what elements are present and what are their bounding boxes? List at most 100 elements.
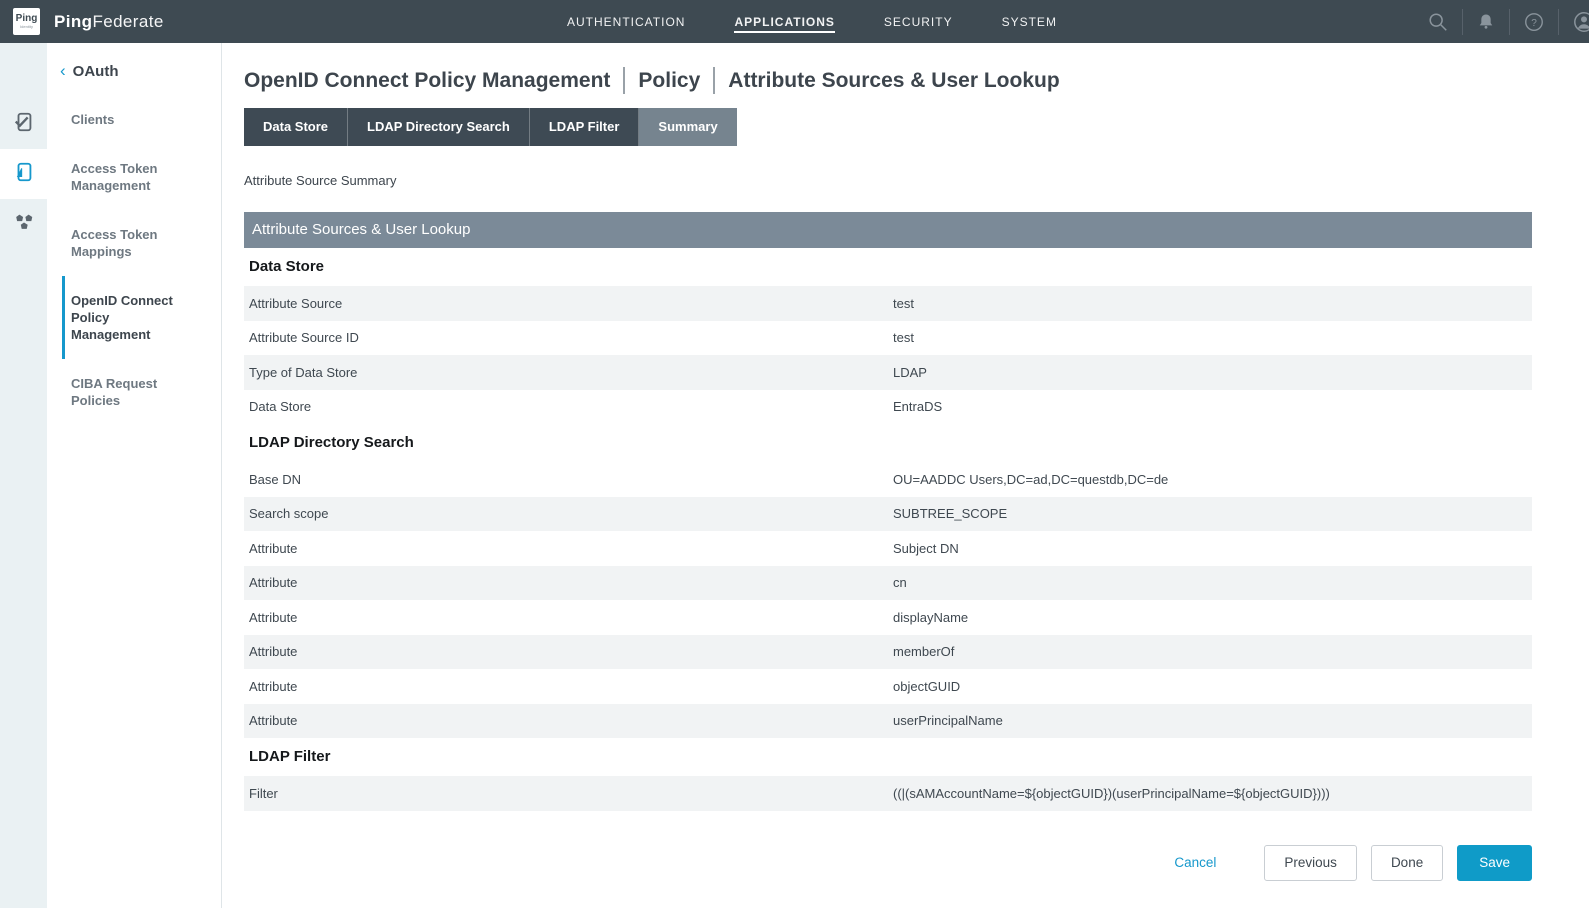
row-value: userPrincipalName (893, 713, 1532, 728)
product-name: PingFederate (54, 12, 164, 32)
summary-table: Attribute Sources & User Lookup Data Sto… (244, 212, 1532, 811)
rail-item-access-token[interactable] (0, 149, 47, 199)
previous-button[interactable]: Previous (1264, 845, 1357, 881)
table-row: Attribute Source ID test (244, 321, 1532, 356)
tab-ldap-filter[interactable]: LDAP Filter (530, 108, 640, 146)
table-row: Search scope SUBTREE_SCOPE (244, 497, 1532, 532)
main-content: OpenID Connect Policy Management Policy … (222, 43, 1589, 908)
sidebar-item-clients[interactable]: Clients (62, 95, 187, 144)
top-nav-label: APPLICATIONS (734, 15, 834, 29)
row-value: cn (893, 575, 1532, 590)
section-heading-ldap-directory-search: LDAP Directory Search (244, 424, 1532, 462)
tab-ldap-directory-search[interactable]: LDAP Directory Search (348, 108, 530, 146)
sidebar-item-label: CIBA Request Policies (71, 376, 157, 408)
breadcrumb: OpenID Connect Policy Management Policy … (244, 67, 1532, 94)
row-value: test (893, 296, 1532, 311)
table-row: Base DN OU=AADDC Users,DC=ad,DC=questdb,… (244, 462, 1532, 497)
section-heading-data-store: Data Store (244, 248, 1532, 286)
table-row: Attribute displayName (244, 600, 1532, 635)
policy-cluster-icon (13, 211, 35, 238)
row-label: Search scope (249, 506, 893, 521)
table-row: Attribute userPrincipalName (244, 704, 1532, 739)
row-label: Attribute (249, 610, 893, 625)
row-label: Attribute Source (249, 296, 893, 311)
rail-item-clients[interactable] (0, 99, 47, 149)
row-label: Attribute (249, 679, 893, 694)
ping-logo-text: Ping (16, 14, 38, 24)
table-row: Attribute memberOf (244, 635, 1532, 670)
svg-text:?: ? (1531, 17, 1537, 28)
tab-label: LDAP Filter (549, 119, 620, 134)
sidebar-item-openid-connect-policy-management[interactable]: OpenID Connect Policy Management (62, 276, 187, 359)
row-value: EntraDS (893, 399, 1532, 414)
top-icons: ? (1414, 0, 1589, 43)
search-icon[interactable] (1414, 11, 1462, 33)
cancel-link[interactable]: Cancel (1174, 855, 1216, 870)
row-value: displayName (893, 610, 1532, 625)
row-label: Filter (249, 786, 893, 801)
done-button[interactable]: Done (1371, 845, 1443, 881)
sidebar-section-title: OAuth (73, 63, 119, 80)
row-value: memberOf (893, 644, 1532, 659)
table-row: Filter ((|(sAMAccountName=${objectGUID})… (244, 776, 1532, 811)
sidebar: ‹ OAuth Clients Access Token Management Ac… (47, 43, 222, 908)
sidebar-item-label: OpenID Connect Policy Management (71, 293, 173, 342)
top-bar: Ping Identity PingFederate AUTHENTICATIO… (0, 0, 1589, 43)
row-label: Base DN (249, 472, 893, 487)
breadcrumb-part-1: OpenID Connect Policy Management (244, 69, 610, 93)
table-header: Attribute Sources & User Lookup (244, 212, 1532, 248)
sidebar-item-access-token-management[interactable]: Access Token Management (62, 144, 187, 210)
table-row: Type of Data Store LDAP (244, 355, 1532, 390)
ping-logo-subtext: Identity (20, 24, 33, 29)
top-nav-label: SYSTEM (1002, 15, 1057, 29)
help-icon[interactable]: ? (1510, 11, 1558, 33)
sidebar-item-access-token-mappings[interactable]: Access Token Mappings (62, 210, 187, 276)
table-row: Data Store EntraDS (244, 390, 1532, 425)
row-value: SUBTREE_SCOPE (893, 506, 1532, 521)
table-row: Attribute objectGUID (244, 669, 1532, 704)
row-label: Attribute Source ID (249, 330, 893, 345)
top-nav: AUTHENTICATION APPLICATIONS SECURITY SYSTEM (567, 0, 1106, 43)
breadcrumb-part-2: Policy (638, 69, 700, 93)
table-body: Data Store Attribute Source test Attribu… (244, 248, 1532, 811)
row-value: objectGUID (893, 679, 1532, 694)
row-value: LDAP (893, 365, 1532, 380)
row-value: test (893, 330, 1532, 345)
account-icon[interactable] (1559, 10, 1589, 34)
tab-label: LDAP Directory Search (367, 119, 510, 134)
notifications-icon[interactable] (1463, 12, 1509, 32)
footer-actions: Cancel Previous Done Save (244, 845, 1532, 881)
table-row: Attribute cn (244, 566, 1532, 601)
save-button[interactable]: Save (1457, 845, 1532, 881)
sidebar-item-label: Clients (71, 112, 114, 127)
icon-rail (0, 43, 47, 908)
wizard-tabs: Data Store LDAP Directory Search LDAP Filt… (244, 108, 1532, 146)
row-label: Attribute (249, 713, 893, 728)
top-nav-authentication[interactable]: AUTHENTICATION (567, 11, 685, 33)
sidebar-item-label: Access Token Mappings (71, 227, 157, 259)
breadcrumb-part-3: Attribute Sources & User Lookup (728, 69, 1059, 93)
table-row: Attribute Subject DN (244, 531, 1532, 566)
chevron-left-icon: ‹ (60, 61, 66, 81)
section-heading-ldap-filter: LDAP Filter (244, 738, 1532, 776)
top-nav-security[interactable]: SECURITY (884, 11, 953, 33)
row-label: Attribute (249, 644, 893, 659)
summary-label: Attribute Source Summary (244, 173, 1532, 188)
access-token-icon (13, 160, 35, 189)
sidebar-list: Clients Access Token Management Access Tok… (47, 95, 221, 425)
top-nav-system[interactable]: SYSTEM (1002, 11, 1057, 33)
row-value: ((|(sAMAccountName=${objectGUID})(userPr… (893, 786, 1532, 801)
sidebar-item-label: Access Token Management (71, 161, 157, 193)
tab-data-store[interactable]: Data Store (244, 108, 348, 146)
table-row: Attribute Source test (244, 286, 1532, 321)
clients-check-icon (13, 110, 35, 139)
tab-label: Data Store (263, 119, 328, 134)
tab-summary[interactable]: Summary (639, 108, 736, 146)
top-nav-label: SECURITY (884, 15, 953, 29)
rail-item-policies[interactable] (0, 199, 47, 249)
row-label: Attribute (249, 575, 893, 590)
sidebar-item-ciba-request-policies[interactable]: CIBA Request Policies (62, 359, 187, 425)
sidebar-back-oauth[interactable]: ‹ OAuth (71, 61, 221, 81)
row-value: OU=AADDC Users,DC=ad,DC=questdb,DC=de (893, 472, 1532, 487)
top-nav-applications[interactable]: APPLICATIONS (734, 11, 834, 33)
